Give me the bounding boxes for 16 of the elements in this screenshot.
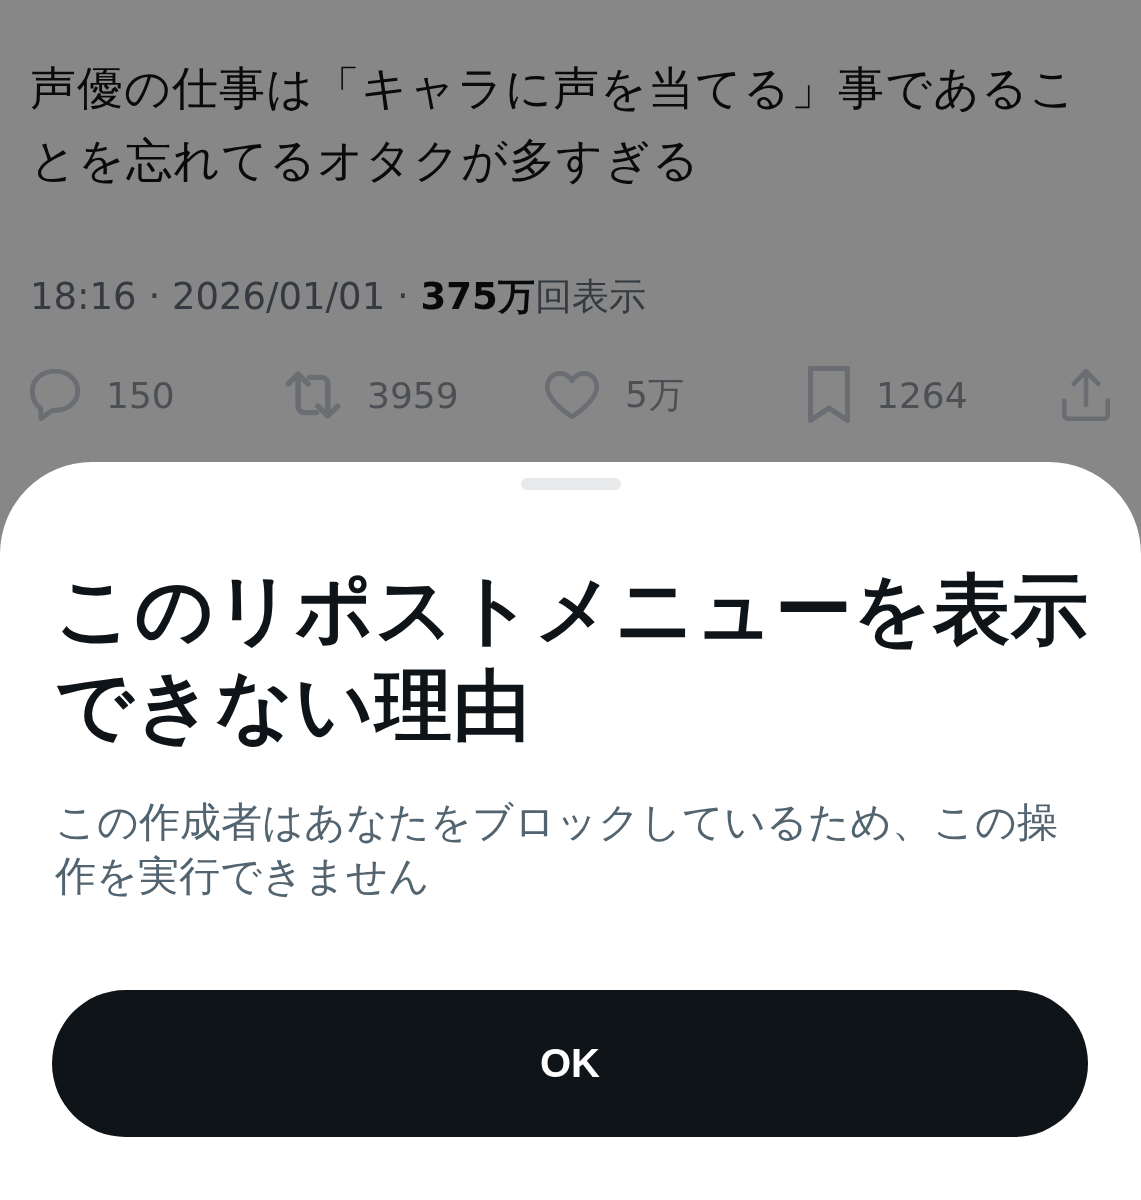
post-text: 声優の仕事は「キャラに声を当てる」事であることを忘れてるオタクが多すぎる: [30, 60, 1078, 189]
sheet-title: このリポストメニューを表示できない理由: [55, 564, 1090, 752]
share-button[interactable]: [1062, 369, 1110, 421]
heart-icon: [545, 371, 599, 419]
bookmark-icon: [808, 366, 850, 424]
like-button[interactable]: 5万: [545, 370, 684, 420]
repost-button[interactable]: 3959: [285, 371, 459, 419]
sheet-message: この作成者はあなたをブロックしているため、この操作を実行できません: [55, 797, 1059, 902]
drag-handle[interactable]: [520, 478, 621, 490]
repost-arrows-icon: [285, 371, 341, 419]
post-meta: 18:16 · 2026/01/01 · 375万回表示: [30, 274, 647, 320]
ok-button[interactable]: OK: [52, 990, 1088, 1137]
share-icon: [1062, 369, 1110, 421]
speech-bubble-icon: [30, 369, 80, 421]
reply-button[interactable]: 150: [30, 369, 175, 421]
bookmark-button[interactable]: 1264: [808, 366, 968, 424]
